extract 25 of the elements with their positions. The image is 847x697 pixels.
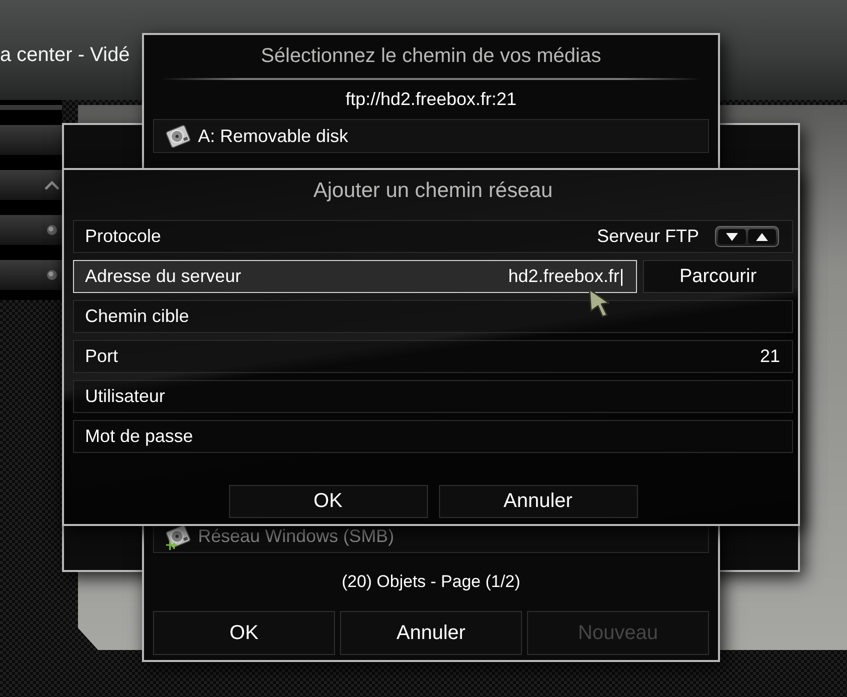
dialog-button[interactable]: OK [153, 611, 335, 655]
dialog-button[interactable]: Annuler [438, 485, 638, 518]
setting-row[interactable]: Protocole Serveur FTP [73, 220, 793, 253]
dialog-title: Sélectionnez le chemin de vos médias [260, 44, 602, 69]
chevron-up-icon [44, 180, 60, 190]
setting-row[interactable]: Mot de passe [73, 420, 793, 453]
setting-row[interactable]: Utilisateur [73, 380, 793, 413]
dialog-button[interactable]: OK [228, 485, 428, 518]
dialog-title: Ajouter un chemin réseau [312, 178, 554, 204]
browse-button[interactable]: Parcourir [643, 260, 793, 293]
spin-up-button[interactable] [748, 229, 776, 244]
caret-down-icon [726, 232, 738, 240]
setting-row[interactable]: Chemin cible [73, 300, 793, 333]
page-status: (20) Objets - Page (1/2) [340, 571, 522, 593]
setting-row[interactable]: Port 21 [73, 340, 793, 373]
caret-up-icon [756, 232, 768, 240]
radio-dot-icon [47, 270, 57, 280]
radio-dot-icon [47, 225, 57, 235]
window-title: a center - Vidé [0, 44, 130, 66]
path-label: ftp://hd2.freebox.fr:21 [344, 88, 518, 111]
list-item[interactable]: A: Removable disk [153, 119, 709, 153]
mouse-pointer-icon [588, 288, 612, 318]
setting-row[interactable]: Adresse du serveur hd2.freebox.fr| [73, 260, 637, 293]
spin-down-button[interactable] [718, 229, 746, 244]
dialog-button[interactable]: Annuler [340, 611, 522, 655]
